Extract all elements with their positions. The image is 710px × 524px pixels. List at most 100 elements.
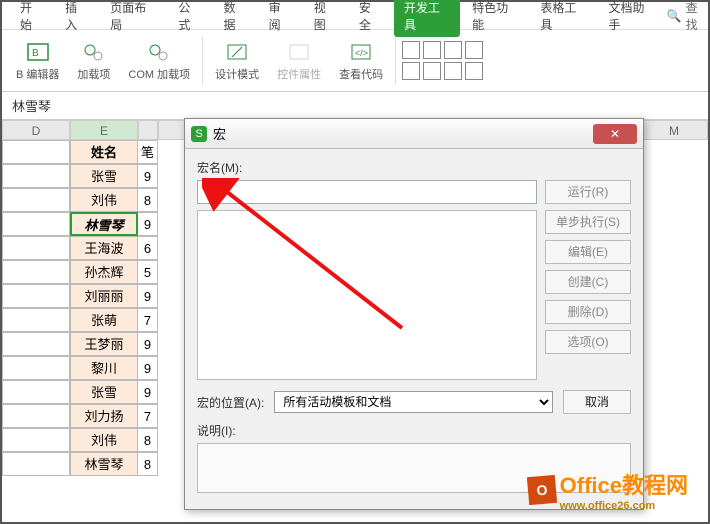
control-item[interactable] bbox=[444, 62, 462, 80]
cell[interactable] bbox=[2, 380, 70, 404]
col-header[interactable] bbox=[138, 120, 158, 140]
cell[interactable] bbox=[2, 260, 70, 284]
control-item[interactable] bbox=[465, 41, 483, 59]
cell[interactable]: 5 bbox=[138, 260, 158, 284]
cell[interactable]: 8 bbox=[138, 188, 158, 212]
cell-name[interactable]: 张萌 bbox=[70, 308, 138, 332]
options-button[interactable]: 选项(O) bbox=[545, 330, 631, 354]
col-header[interactable]: M bbox=[640, 120, 708, 140]
tab-start[interactable]: 开始 bbox=[10, 0, 53, 37]
cell-name[interactable]: 王海波 bbox=[70, 236, 138, 260]
tab-developer[interactable]: 开发工具 bbox=[394, 0, 460, 37]
search-area[interactable]: 🔍 查找 bbox=[667, 0, 708, 33]
cell[interactable] bbox=[2, 212, 70, 236]
cell-name[interactable]: 孙杰辉 bbox=[70, 260, 138, 284]
cell[interactable] bbox=[2, 308, 70, 332]
separator bbox=[395, 37, 396, 85]
control-item[interactable] bbox=[402, 41, 420, 59]
tab-review[interactable]: 审阅 bbox=[259, 0, 302, 37]
cell[interactable]: 8 bbox=[138, 452, 158, 476]
cell-name[interactable]: 刘伟 bbox=[70, 188, 138, 212]
vb-editor-button[interactable]: B B 编辑器 bbox=[10, 40, 65, 82]
macro-list[interactable] bbox=[197, 210, 537, 380]
desc-label: 说明(I): bbox=[197, 422, 631, 439]
cell[interactable]: 9 bbox=[138, 164, 158, 188]
cell-name[interactable]: 张雪 bbox=[70, 164, 138, 188]
cell[interactable] bbox=[2, 356, 70, 380]
cell-name[interactable]: 黎川 bbox=[70, 356, 138, 380]
cell[interactable]: 7 bbox=[138, 308, 158, 332]
cell-name[interactable]: 刘力扬 bbox=[70, 404, 138, 428]
cell[interactable] bbox=[2, 404, 70, 428]
tab-view[interactable]: 视图 bbox=[304, 0, 347, 37]
col-header[interactable]: D bbox=[2, 120, 70, 140]
cancel-button[interactable]: 取消 bbox=[563, 390, 631, 414]
run-button[interactable]: 运行(R) bbox=[545, 180, 631, 204]
tab-security[interactable]: 安全 bbox=[349, 0, 392, 37]
cell[interactable] bbox=[2, 140, 70, 164]
com-addin-label: COM 加载项 bbox=[128, 66, 190, 82]
tab-formula[interactable]: 公式 bbox=[168, 0, 211, 37]
view-code-button[interactable]: </> 查看代码 bbox=[333, 40, 389, 82]
tab-doc-assist[interactable]: 文档助手 bbox=[599, 0, 665, 37]
cell[interactable]: 6 bbox=[138, 236, 158, 260]
control-item[interactable] bbox=[444, 41, 462, 59]
cell-name[interactable]: 刘丽丽 bbox=[70, 284, 138, 308]
cell-name[interactable]: 林雪琴 bbox=[70, 452, 138, 476]
cell-name[interactable]: 姓名 bbox=[70, 140, 138, 164]
formula-bar[interactable]: 林雪琴 bbox=[2, 92, 708, 120]
cell-name[interactable]: 刘伟 bbox=[70, 428, 138, 452]
design-mode-button[interactable]: 设计模式 bbox=[209, 40, 265, 82]
cell[interactable] bbox=[2, 188, 70, 212]
search-label: 查找 bbox=[686, 0, 708, 33]
cell-name[interactable]: 王梦丽 bbox=[70, 332, 138, 356]
cell[interactable]: 9 bbox=[138, 332, 158, 356]
cell[interactable] bbox=[2, 284, 70, 308]
edit-button[interactable]: 编辑(E) bbox=[545, 240, 631, 264]
location-select[interactable]: 所有活动模板和文档 bbox=[274, 391, 553, 413]
tab-insert[interactable]: 插入 bbox=[55, 0, 98, 37]
vb-editor-icon: B bbox=[24, 40, 52, 64]
control-item[interactable] bbox=[423, 62, 441, 80]
cell[interactable]: 9 bbox=[138, 356, 158, 380]
cell[interactable] bbox=[2, 428, 70, 452]
tab-features[interactable]: 特色功能 bbox=[462, 0, 528, 37]
cell[interactable]: 9 bbox=[138, 380, 158, 404]
cell[interactable]: 9 bbox=[138, 212, 158, 236]
cell[interactable]: 8 bbox=[138, 428, 158, 452]
col-header[interactable]: E bbox=[70, 120, 138, 140]
tab-layout[interactable]: 页面布局 bbox=[100, 0, 166, 37]
cell[interactable]: 笔 bbox=[138, 140, 158, 164]
ribbon: B B 编辑器 加载项 COM 加载项 设计模式 控件属性 </> 查看代码 bbox=[2, 30, 708, 92]
close-button[interactable]: ✕ bbox=[593, 124, 637, 144]
dialog-titlebar[interactable]: S 宏 ✕ bbox=[185, 119, 643, 149]
control-item[interactable] bbox=[465, 62, 483, 80]
control-item[interactable] bbox=[402, 62, 420, 80]
macro-name-input[interactable] bbox=[197, 180, 537, 204]
com-addin-button[interactable]: COM 加载项 bbox=[122, 40, 196, 82]
macro-name-label: 宏名(M): bbox=[197, 159, 631, 176]
cell-name[interactable]: 林雪琴 bbox=[70, 212, 138, 236]
control-props-label: 控件属性 bbox=[277, 66, 321, 82]
cell[interactable] bbox=[2, 164, 70, 188]
addin-button[interactable]: 加载项 bbox=[71, 40, 116, 82]
cell[interactable] bbox=[2, 332, 70, 356]
watermark-url: www.office26.com bbox=[560, 500, 688, 512]
control-item[interactable] bbox=[423, 41, 441, 59]
tab-data[interactable]: 数据 bbox=[214, 0, 257, 37]
tab-table-tools[interactable]: 表格工具 bbox=[530, 0, 596, 37]
delete-button[interactable]: 删除(D) bbox=[545, 300, 631, 324]
cell[interactable]: 9 bbox=[138, 284, 158, 308]
cell-name[interactable]: 张雪 bbox=[70, 380, 138, 404]
addin-icon bbox=[80, 40, 108, 64]
addin-label: 加载项 bbox=[77, 66, 110, 82]
svg-text:</>: </> bbox=[355, 48, 368, 58]
search-icon: 🔍 bbox=[667, 9, 682, 23]
step-button[interactable]: 单步执行(S) bbox=[545, 210, 631, 234]
app-icon: S bbox=[191, 126, 207, 142]
create-button[interactable]: 创建(C) bbox=[545, 270, 631, 294]
controls-palette[interactable] bbox=[402, 41, 483, 80]
cell[interactable]: 7 bbox=[138, 404, 158, 428]
cell[interactable] bbox=[2, 452, 70, 476]
cell[interactable] bbox=[2, 236, 70, 260]
